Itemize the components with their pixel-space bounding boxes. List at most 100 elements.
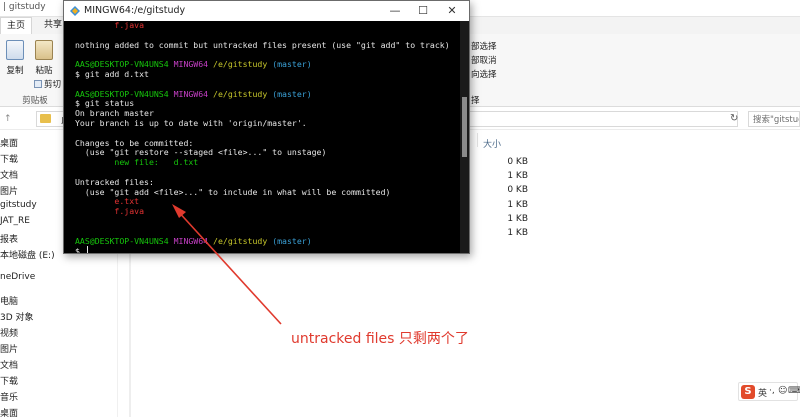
terminal-text-segment: Untracked files: bbox=[75, 176, 154, 187]
nav-item-videos[interactable]: 视频 bbox=[0, 326, 18, 339]
nav-item-gitstudy[interactable]: gitstudy bbox=[0, 200, 37, 210]
mingw-logo-icon bbox=[70, 6, 80, 16]
minimize-button[interactable]: — bbox=[382, 3, 408, 19]
terminal-title-bar[interactable]: MINGW64:/e/gitstudy — ☐ ✕ bbox=[64, 1, 469, 21]
terminal-output[interactable]: f.java nothing added to commit but untrac… bbox=[64, 21, 460, 253]
terminal-scrollbar[interactable] bbox=[460, 21, 469, 253]
terminal-text-segment: f.java bbox=[75, 21, 145, 30]
tab-home[interactable]: 主页 bbox=[0, 17, 33, 34]
nav-item-desktop-pc[interactable]: 桌面 bbox=[0, 406, 18, 417]
terminal-text-segment: (use "git add <file>..." to include in w… bbox=[75, 186, 391, 197]
ime-language-toggle[interactable]: 英 bbox=[758, 386, 767, 399]
annotation-text: untracked files 只剩两个了 bbox=[291, 331, 469, 347]
terminal-text-segment: MINGW64 bbox=[173, 88, 214, 99]
refresh-icon[interactable]: ↻ bbox=[730, 113, 738, 124]
terminal-text-segment: new file: d.txt bbox=[75, 157, 199, 168]
terminal-text-segment: (use "git restore --staged <file>..." to… bbox=[75, 147, 327, 158]
terminal-text-segment: e.txt bbox=[75, 196, 140, 207]
select-none-label: 部取消 bbox=[471, 56, 497, 66]
search-box[interactable]: 搜索"gitstud bbox=[748, 111, 800, 127]
terminal-text-segment: $ git add d.txt bbox=[75, 68, 149, 79]
terminal-text-segment: AAS@DESKTOP-VN4UNS4 bbox=[75, 59, 174, 70]
ime-toolbar[interactable]: S 英 ·, ☺ ⌨ bbox=[738, 382, 800, 401]
terminal-text-segment: (master) bbox=[272, 235, 312, 246]
terminal-text-segment: /e/gitstudy bbox=[213, 88, 273, 99]
invert-selection-label: 向选择 bbox=[471, 70, 497, 80]
close-button[interactable]: ✕ bbox=[439, 3, 465, 19]
nav-item-this-pc[interactable]: 电脑 bbox=[0, 294, 18, 307]
clipboard-icon bbox=[35, 40, 53, 60]
terminal-text-segment: Your branch is up to date with 'origin/m… bbox=[75, 117, 307, 128]
file-size-cell: 0 KB bbox=[507, 157, 528, 167]
nav-item-local-disk-e[interactable]: 本地磁盘 (E:) bbox=[0, 248, 55, 261]
explorer-window-title: | gitstudy bbox=[3, 2, 46, 12]
terminal-text-segment: /e/gitstudy bbox=[213, 59, 273, 70]
terminal-line: $ bbox=[75, 246, 460, 253]
cut-label: 剪切 bbox=[44, 80, 62, 90]
paste-label: 粘贴 bbox=[35, 66, 53, 76]
nav-item-documents[interactable]: 文档 bbox=[0, 168, 18, 181]
nav-item-3d-objects[interactable]: 3D 对象 bbox=[0, 310, 34, 323]
terminal-cursor bbox=[86, 246, 88, 253]
copy-button[interactable]: 复制 bbox=[4, 64, 26, 78]
terminal-line: f.java bbox=[75, 206, 460, 217]
maximize-button[interactable]: ☐ bbox=[410, 3, 436, 19]
nav-item-jat-re[interactable]: JAT_RE bbox=[0, 216, 30, 226]
terminal-scroll-thumb[interactable] bbox=[462, 97, 467, 157]
nav-item-reports[interactable]: 报表 bbox=[0, 232, 18, 245]
terminal-text-segment: $ bbox=[75, 246, 85, 253]
terminal-line: f.java bbox=[75, 21, 460, 31]
invert-selection-button[interactable]: 向选择 bbox=[471, 68, 497, 80]
terminal-line: new file: d.txt bbox=[75, 157, 460, 168]
scissors-icon bbox=[34, 80, 42, 88]
terminal-text-segment: AAS@DESKTOP-VN4UNS4 bbox=[75, 88, 174, 99]
nav-item-pictures-pc[interactable]: 图片 bbox=[0, 342, 18, 355]
terminal-text-segment: AAS@DESKTOP-VN4UNS4 bbox=[75, 235, 174, 246]
terminal-text-segment: f.java bbox=[75, 206, 145, 217]
terminal-text-segment: Changes to be committed: bbox=[75, 137, 194, 148]
nav-item-downloads-pc[interactable]: 下载 bbox=[0, 374, 18, 387]
column-separator[interactable] bbox=[477, 133, 478, 147]
nav-item-onedrive[interactable]: neDrive bbox=[0, 272, 35, 282]
keyboard-icon[interactable]: ⌨ bbox=[788, 386, 800, 396]
up-arrow-icon[interactable]: ↑ bbox=[4, 114, 12, 124]
file-size-cell: 1 KB bbox=[507, 171, 528, 181]
select-all-label: 部选择 bbox=[471, 42, 497, 52]
terminal-text-segment: $ git status bbox=[75, 98, 135, 109]
nav-item-desktop[interactable]: 桌面 bbox=[0, 136, 18, 149]
terminal-text-segment: MINGW64 bbox=[173, 235, 214, 246]
ime-punctuation-toggle[interactable]: ·, bbox=[769, 386, 775, 396]
nav-item-downloads[interactable]: 下载 bbox=[0, 152, 18, 165]
terminal-line: Your branch is up to date with 'origin/m… bbox=[75, 117, 460, 129]
file-size-cell: 0 KB bbox=[507, 185, 528, 195]
terminal-title: MINGW64:/e/gitstudy bbox=[84, 5, 186, 16]
emoji-icon[interactable]: ☺ bbox=[778, 386, 787, 396]
select-none-button[interactable]: 部取消 bbox=[471, 54, 497, 66]
clipboard-group-label: 剪贴板 bbox=[22, 96, 48, 106]
terminal-text-segment: (master) bbox=[272, 59, 312, 70]
terminal-window[interactable]: MINGW64:/e/gitstudy — ☐ ✕ f.java nothing … bbox=[63, 0, 470, 254]
terminal-text-segment: (master) bbox=[272, 88, 312, 99]
terminal-line: AAS@DESKTOP-VN4UNS4 MINGW64 /e/gitstudy … bbox=[75, 235, 460, 247]
file-size-cell: 1 KB bbox=[507, 214, 528, 224]
pin-to-quick-access-button[interactable] bbox=[4, 40, 26, 86]
select-all-button[interactable]: 部选择 bbox=[471, 40, 497, 52]
nav-item-music[interactable]: 音乐 bbox=[0, 390, 18, 403]
select-group-text: 择 bbox=[471, 96, 480, 106]
terminal-text-segment: MINGW64 bbox=[173, 59, 214, 70]
file-size-cell: 1 KB bbox=[507, 200, 528, 210]
select-group-label: 择 bbox=[471, 94, 480, 106]
nav-item-documents-pc[interactable]: 文档 bbox=[0, 358, 18, 371]
column-header-size[interactable]: 大小 bbox=[483, 137, 501, 150]
terminal-text-segment: /e/gitstudy bbox=[213, 235, 273, 246]
pin-icon bbox=[6, 40, 24, 60]
cut-button[interactable]: 剪切 bbox=[34, 78, 61, 90]
terminal-text-segment: nothing added to commit but untracked fi… bbox=[75, 39, 450, 50]
terminal-text-segment: On branch master bbox=[75, 108, 154, 119]
folder-icon bbox=[40, 114, 51, 123]
terminal-line: nothing added to commit but untracked fi… bbox=[75, 39, 460, 51]
nav-item-pictures[interactable]: 图片 bbox=[0, 184, 18, 197]
copy-label: 复制 bbox=[6, 66, 24, 76]
file-size-cell: 1 KB bbox=[507, 228, 528, 238]
